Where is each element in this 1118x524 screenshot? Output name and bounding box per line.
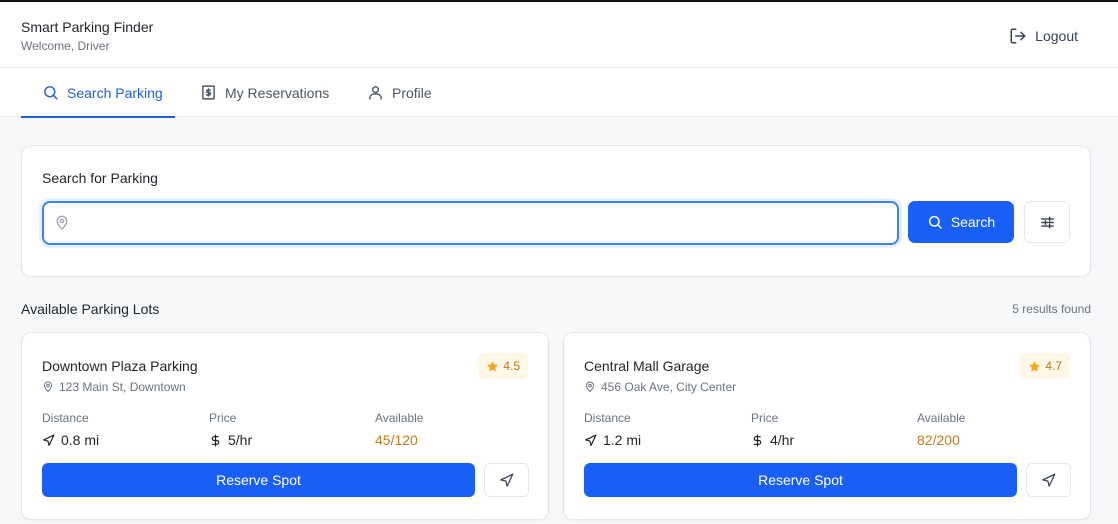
available-stat: Available 45/120	[375, 411, 423, 448]
navigation-arrow-icon	[43, 433, 55, 446]
tab-label: Profile	[392, 84, 432, 101]
main-tabs: Search Parking My Reservations Profile	[0, 68, 1118, 118]
tab-my-reservations[interactable]: My Reservations	[200, 68, 329, 117]
section-title: Available Parking Lots	[21, 301, 160, 317]
available-value: 45/120	[375, 432, 418, 448]
search-input[interactable]	[80, 215, 860, 231]
dollar-receipt-icon	[202, 85, 215, 100]
available-value: 82/200	[917, 432, 960, 448]
navigation-arrow-icon	[585, 433, 597, 446]
filter-button[interactable]	[1024, 201, 1070, 243]
lot-address-text: 456 Oak Ave, City Center	[601, 380, 737, 394]
lot-name: Downtown Plaza Parking	[42, 358, 198, 374]
dollar-icon	[211, 433, 220, 447]
distance-value: 0.8 mi	[61, 432, 100, 448]
search-button[interactable]: Search	[908, 201, 1014, 243]
price-value: 4/hr	[770, 432, 795, 448]
welcome-text: Welcome, Driver	[21, 39, 110, 53]
directions-button[interactable]	[1026, 463, 1071, 497]
search-icon	[928, 215, 942, 229]
search-card: Search for Parking Search	[21, 145, 1091, 277]
rating-value: 4.7	[1045, 359, 1062, 373]
stat-label: Distance	[42, 411, 89, 425]
stat-label: Available	[375, 411, 424, 425]
lot-address-text: 123 Main St, Downtown	[59, 380, 186, 394]
distance-stat: Distance 0.8 mi	[42, 411, 99, 448]
search-button-label: Search	[950, 214, 996, 230]
rating-value: 4.5	[503, 359, 520, 373]
stat-label: Price	[209, 411, 237, 425]
app-title: Smart Parking Finder	[21, 19, 154, 35]
star-icon	[1029, 360, 1041, 371]
stat-label: Distance	[584, 411, 631, 425]
location-pin-icon	[586, 381, 594, 392]
price-stat: Price 4/hr	[751, 411, 794, 448]
directions-button[interactable]	[484, 463, 529, 497]
stat-label: Price	[751, 411, 779, 425]
reserve-spot-button[interactable]: Reserve Spot	[42, 463, 475, 497]
navigation-arrow-icon	[500, 473, 514, 487]
star-icon	[487, 360, 499, 371]
search-field[interactable]	[42, 201, 899, 245]
lot-name: Central Mall Garage	[584, 358, 710, 374]
logout-label: Logout	[1035, 28, 1078, 44]
search-icon	[44, 86, 58, 100]
dollar-icon	[753, 433, 762, 447]
user-icon	[369, 86, 382, 100]
results-count: 5 results found	[1012, 302, 1091, 316]
navigation-arrow-icon	[1042, 473, 1056, 487]
rating-badge: 4.7	[1020, 353, 1070, 379]
sliders-icon	[1040, 215, 1054, 229]
parking-lot-card: Downtown Plaza Parking 123 Main St, Down…	[21, 332, 549, 520]
location-pin-icon	[56, 215, 68, 230]
reserve-spot-button[interactable]: Reserve Spot	[584, 463, 1017, 497]
tab-profile[interactable]: Profile	[367, 68, 432, 117]
price-stat: Price 5/hr	[209, 411, 252, 448]
parking-lot-card: Central Mall Garage 456 Oak Ave, City Ce…	[563, 332, 1091, 520]
price-value: 5/hr	[228, 432, 253, 448]
search-heading: Search for Parking	[42, 170, 158, 186]
location-pin-icon	[44, 381, 52, 392]
tab-search-parking[interactable]: Search Parking	[21, 68, 175, 118]
tab-label: Search Parking	[67, 84, 163, 101]
logout-button[interactable]: Logout	[1009, 24, 1078, 48]
tab-label: My Reservations	[225, 84, 330, 101]
lot-address: 456 Oak Ave, City Center	[584, 380, 736, 394]
available-stat: Available 82/200	[917, 411, 965, 448]
rating-badge: 4.5	[478, 353, 528, 379]
app-header: Smart Parking Finder Welcome, Driver Log…	[0, 2, 1118, 68]
lot-address: 123 Main St, Downtown	[42, 380, 186, 394]
logout-icon	[1010, 28, 1026, 44]
distance-value: 1.2 mi	[603, 432, 642, 448]
stat-label: Available	[917, 411, 966, 425]
distance-stat: Distance 1.2 mi	[584, 411, 641, 448]
